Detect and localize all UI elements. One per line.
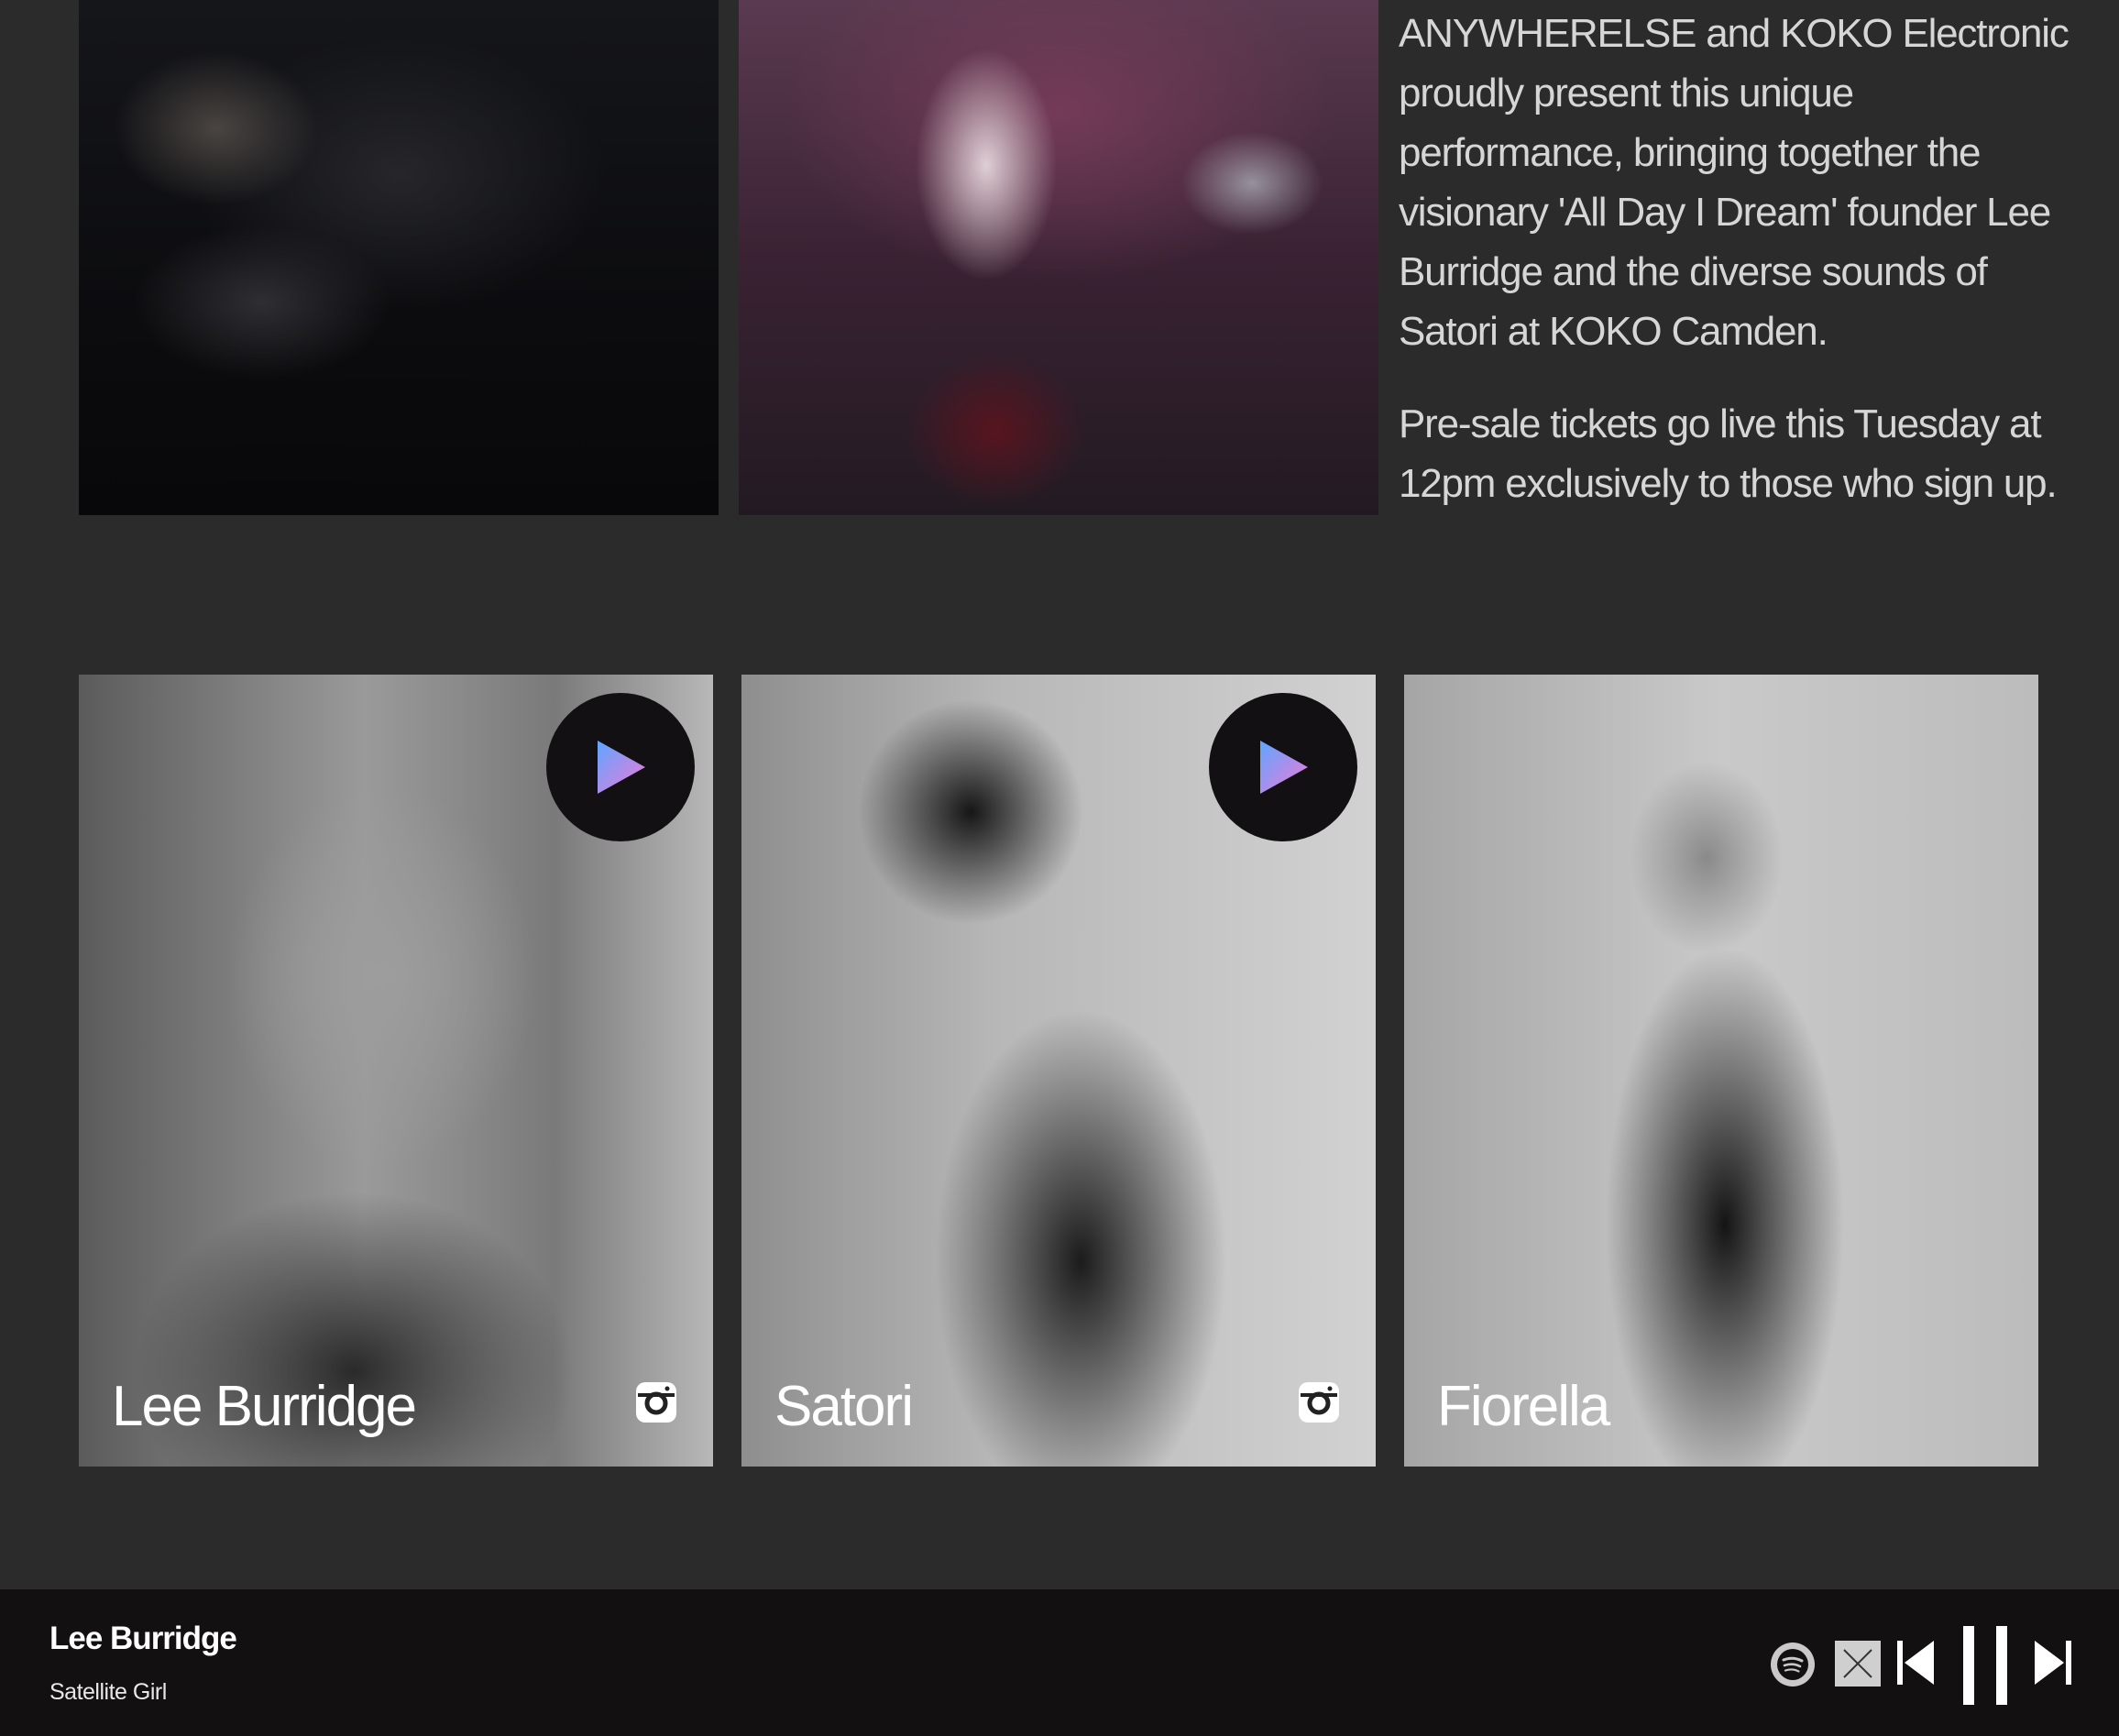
play-button[interactable] <box>546 693 695 841</box>
artist-card-fiorella[interactable]: Fiorella <box>1404 675 2038 1467</box>
artist-name: Lee Burridge <box>112 1375 417 1438</box>
spotify-button[interactable] <box>1771 1643 1815 1687</box>
previous-icon[interactable] <box>1897 1639 1934 1687</box>
now-playing-artist: Lee Burridge <box>49 1621 237 1656</box>
close-icon <box>1843 1649 1872 1678</box>
play-icon <box>598 741 645 794</box>
next-icon[interactable] <box>2035 1639 2071 1687</box>
event-photo-performer <box>739 0 1378 515</box>
pause-icon[interactable] <box>1963 1626 2007 1705</box>
now-playing-track: Satellite Girl <box>49 1679 167 1705</box>
close-button[interactable] <box>1835 1641 1881 1687</box>
event-photo-dj-booth <box>79 0 719 515</box>
audio-player-bar: Lee Burridge Satellite Girl <box>0 1589 2119 1736</box>
page: ANYWHERELSE and KOKO Electronic proudly … <box>0 0 2119 1736</box>
artist-name: Fiorella <box>1437 1375 1610 1438</box>
presale-paragraph: Pre-sale tickets go live this Tuesday at… <box>1399 401 2058 506</box>
spotify-icon <box>1777 1649 1808 1680</box>
instagram-icon[interactable] <box>634 1380 678 1424</box>
instagram-icon[interactable] <box>1297 1380 1341 1424</box>
description-paragraph: ANYWHERELSE and KOKO Electronic proudly … <box>1399 11 2070 354</box>
play-icon <box>1260 741 1308 794</box>
artist-name: Satori <box>774 1375 914 1438</box>
play-button[interactable] <box>1209 693 1357 841</box>
artist-card-satori[interactable]: Satori <box>741 675 1376 1467</box>
artist-card-lee-burridge[interactable]: Lee Burridge <box>79 675 713 1467</box>
event-description: ANYWHERELSE and KOKO Electronic proudly … <box>1399 4 2086 546</box>
